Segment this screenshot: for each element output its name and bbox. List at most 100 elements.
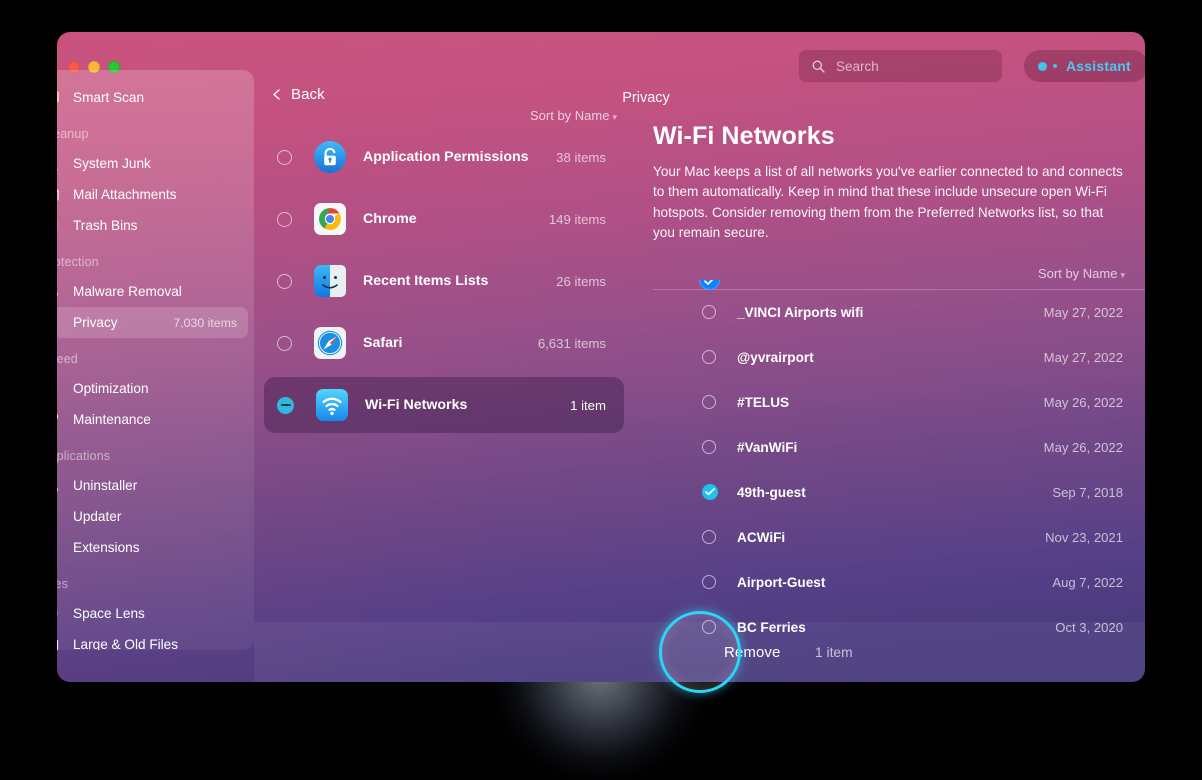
sidebar-item-label: Space Lens xyxy=(73,606,145,621)
network-row[interactable]: #VanWiFi May 26, 2022 xyxy=(653,425,1145,470)
checkbox-icon[interactable] xyxy=(702,395,716,409)
sidebar-item-uninstaller[interactable]: Uninstaller xyxy=(57,470,248,501)
sidebar-item-label: Mail Attachments xyxy=(73,187,177,202)
detail-sort-control[interactable]: Sort by Name▾ xyxy=(653,266,1145,281)
category-row[interactable]: Recent Items Lists 26 items xyxy=(264,253,624,309)
network-row[interactable]: #TELUSMay 26, 2022 xyxy=(653,380,1145,425)
partial-checkbox-icon[interactable] xyxy=(277,397,294,414)
middle-sort-label: Sort by Name xyxy=(530,108,609,123)
category-name: Application Permissions xyxy=(363,149,529,165)
assistant-dot-large-icon xyxy=(1038,62,1047,71)
sidebar-item-optimization[interactable]: Optimization xyxy=(57,373,248,404)
network-date: May 27, 2022 xyxy=(1044,350,1123,365)
sidebar-item-label: Maintenance xyxy=(73,412,151,427)
sidebar-item-label: System Junk xyxy=(73,156,151,171)
category-item-count: 6,631 items xyxy=(538,336,606,351)
sidebar: Smart Scan Cleanup System Junk Mail Attachm… xyxy=(57,70,254,650)
sidebar-item-label: Privacy xyxy=(73,315,118,330)
category-row[interactable]: Safari 6,631 items xyxy=(264,315,624,371)
sidebar-item-label: Updater xyxy=(73,509,121,524)
checkbox-icon[interactable] xyxy=(702,440,716,454)
network-name: _VINCI Airports wifi xyxy=(737,305,863,320)
sidebar-item-label: Uninstaller xyxy=(73,478,137,493)
sidebar-item-label: Smart Scan xyxy=(73,90,144,105)
hand-icon xyxy=(57,313,73,332)
sidebar-group-label: Protection xyxy=(57,241,254,276)
sidebar-item-malware-removal[interactable]: Malware Removal xyxy=(57,276,248,307)
chevron-down-icon: ▾ xyxy=(612,112,617,122)
network-date: May 27, 2022 xyxy=(1044,305,1123,320)
checkbox-icon[interactable] xyxy=(277,274,292,289)
search-placeholder: Search xyxy=(836,59,879,74)
detail-description: Your Mac keeps a list of all networks yo… xyxy=(653,162,1123,244)
category-row[interactable]: Application Permissions38 items xyxy=(264,129,624,185)
checkbox-icon[interactable] xyxy=(277,150,292,165)
network-name: ACWiFi xyxy=(737,530,785,545)
sidebar-item-privacy[interactable]: Privacy 7,030 items xyxy=(57,307,248,338)
checkbox-icon[interactable] xyxy=(277,336,292,351)
checkbox-icon[interactable] xyxy=(277,212,292,227)
sidebar-item-label: Extensions xyxy=(73,540,140,555)
sidebar-group-label: Applications xyxy=(57,435,254,470)
network-row[interactable]: ACWiFi Nov 23, 2021 xyxy=(653,515,1145,560)
sidebar-item-maintenance[interactable]: Maintenance xyxy=(57,404,248,435)
sliders-icon xyxy=(57,379,73,398)
sidebar-group-label: Speed xyxy=(57,338,254,373)
puzzle-icon xyxy=(57,538,73,557)
sidebar-item-label: Trash Bins xyxy=(73,218,137,233)
cursor-highlight-ring xyxy=(659,611,741,693)
search-input[interactable]: Search xyxy=(799,50,1002,82)
uninstaller-icon xyxy=(57,476,73,495)
network-row[interactable]: _VINCI Airports wifi May 27, 2022 xyxy=(653,290,1145,335)
network-date: May 26, 2022 xyxy=(1044,395,1123,410)
sidebar-item-label: Malware Removal xyxy=(73,284,182,299)
assistant-button[interactable]: Assistant xyxy=(1024,50,1145,82)
category-name: Safari xyxy=(363,335,402,351)
detail-title: Wi-Fi Networks xyxy=(653,102,1145,151)
category-row[interactable]: Wi-Fi Networks1 item xyxy=(264,377,624,433)
detail-sort-label: Sort by Name xyxy=(1038,266,1117,281)
network-name: Airport-Guest xyxy=(737,575,825,590)
network-rows: _VINCI Airports wifiMay 27, 2022@yvrairp… xyxy=(653,290,1145,650)
category-item-count: 1 item xyxy=(570,398,606,413)
checkbox-icon[interactable] xyxy=(702,530,716,544)
lens-icon xyxy=(57,604,73,623)
sidebar-item-trash-bins[interactable]: Trash Bins xyxy=(57,210,248,241)
sidebar-item-system-junk[interactable]: System Junk xyxy=(57,148,248,179)
network-date: May 26, 2022 xyxy=(1044,440,1123,455)
network-name: #VanWiFi xyxy=(737,440,797,455)
network-row[interactable]: 49th-guestSep 7, 2018 xyxy=(653,470,1145,515)
sidebar-item-mail-attachments[interactable]: Mail Attachments xyxy=(57,179,248,210)
category-name: Recent Items Lists xyxy=(363,273,488,289)
checkbox-icon[interactable] xyxy=(702,350,716,364)
check-icon xyxy=(704,280,715,285)
app-window: Back Privacy Search Assistant Smart Scan… xyxy=(57,32,1145,682)
category-rows: Application Permissions38 items Chrome149… xyxy=(254,129,634,433)
assistant-dot-small-icon xyxy=(1053,64,1057,68)
category-name: Chrome xyxy=(363,211,417,227)
network-date: Aug 7, 2022 xyxy=(1052,575,1123,590)
broom-icon xyxy=(57,154,73,173)
footer-selection-count: 1 item xyxy=(815,645,853,660)
scrolled-row-peek xyxy=(699,280,720,290)
checkbox-icon[interactable] xyxy=(702,305,716,319)
category-item-count: 26 items xyxy=(556,274,606,289)
network-row[interactable]: @yvrairportMay 27, 2022 xyxy=(653,335,1145,380)
sidebar-item-smart-scan[interactable]: Smart Scan xyxy=(57,82,248,113)
network-date: Nov 23, 2021 xyxy=(1045,530,1123,545)
network-row[interactable]: Airport-Guest Aug 7, 2022 xyxy=(653,560,1145,605)
updater-arrow-icon xyxy=(57,507,73,526)
checkbox-icon[interactable] xyxy=(702,575,716,589)
sidebar-item-space-lens[interactable]: Space Lens xyxy=(57,598,248,629)
sidebar-item-updater[interactable]: Updater xyxy=(57,501,248,532)
biohazard-icon xyxy=(57,282,73,301)
page-title: Privacy xyxy=(102,90,1145,106)
privacy-category-list: Sort by Name▾ Application Permissions38 … xyxy=(254,102,634,662)
sidebar-item-extensions[interactable]: Extensions xyxy=(57,532,248,563)
category-row[interactable]: Chrome149 items xyxy=(264,191,624,247)
sidebar-item-large-old-files[interactable]: Large & Old Files xyxy=(57,629,248,650)
chevron-down-icon: ▾ xyxy=(1120,270,1125,280)
sidebar-item-count: 7,030 items xyxy=(173,316,237,330)
checked-checkbox-icon[interactable] xyxy=(702,484,718,500)
sidebar-group-label: Cleanup xyxy=(57,113,254,148)
